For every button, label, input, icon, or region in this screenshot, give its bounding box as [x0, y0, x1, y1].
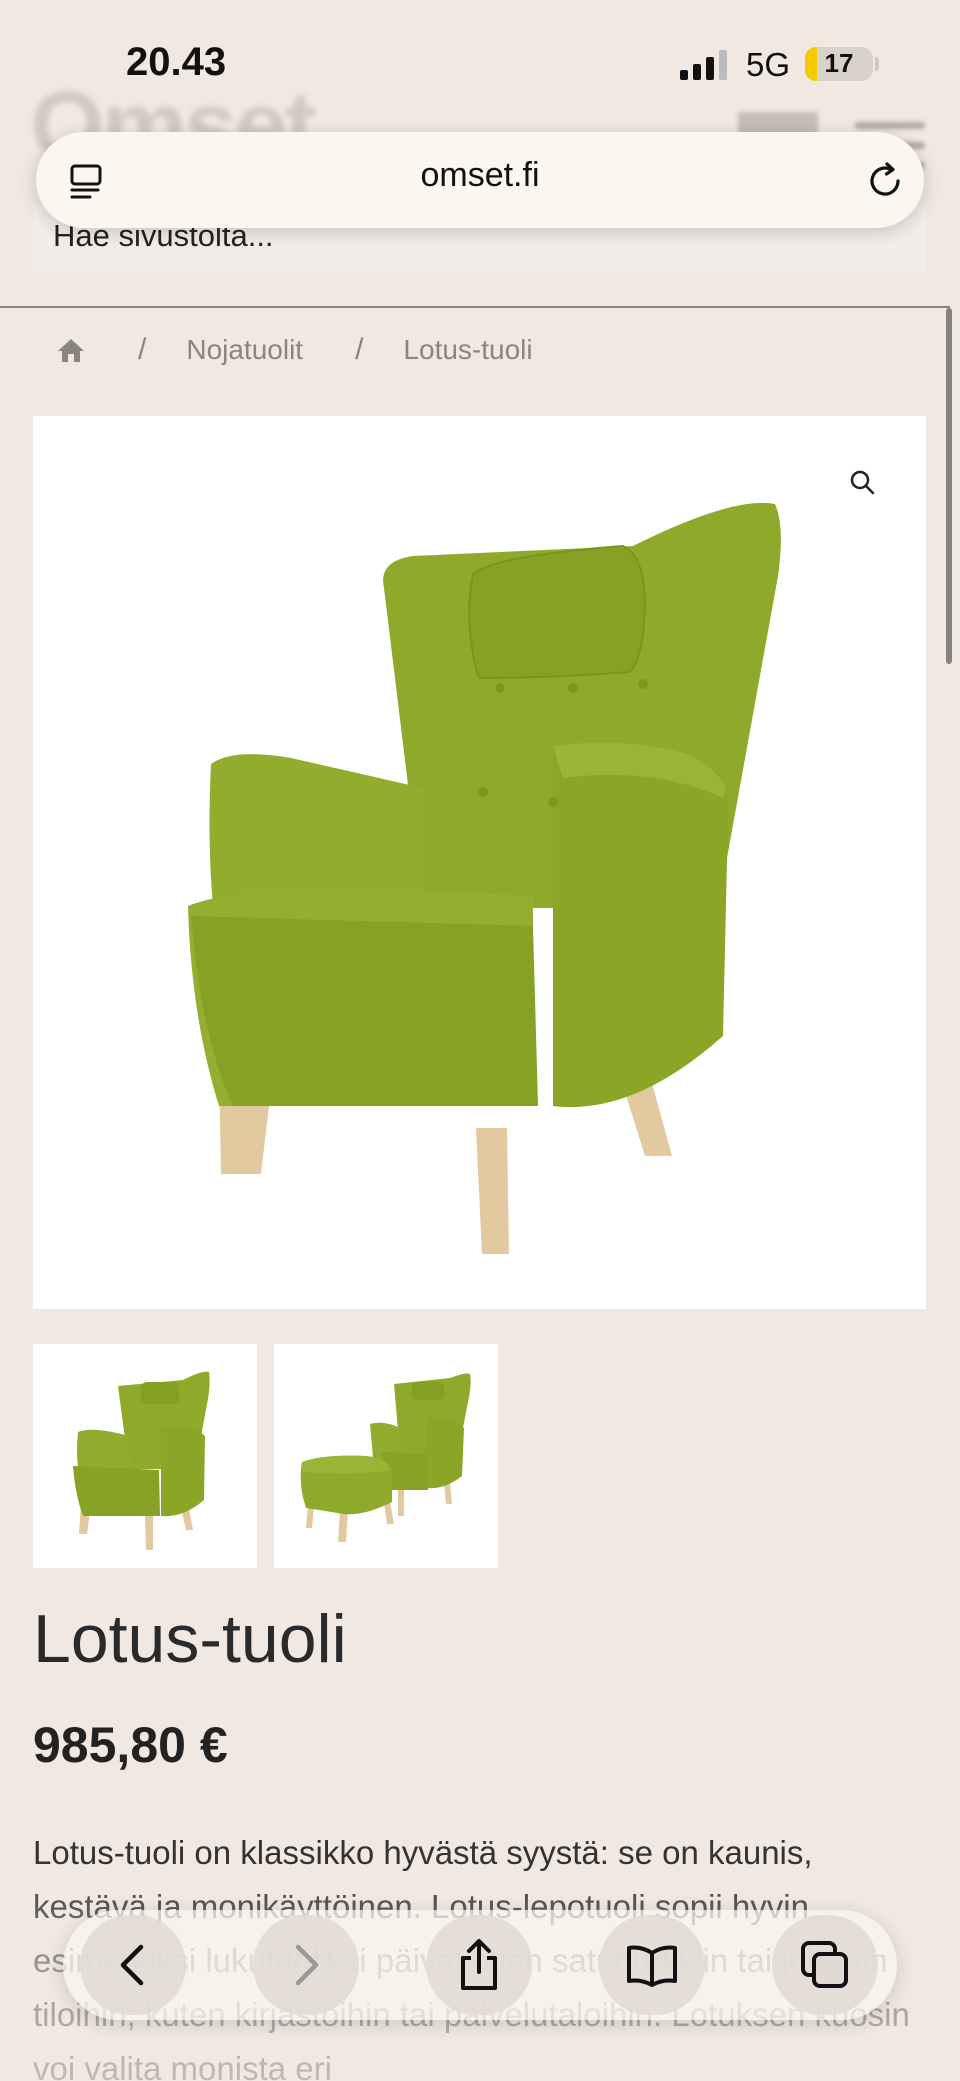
tabs-icon: [801, 1941, 848, 1988]
breadcrumb-item-nojatuolit[interactable]: Nojatuolit: [186, 334, 303, 366]
product-thumbnail-chair[interactable]: [33, 1344, 257, 1568]
browser-toolbar: [63, 1910, 897, 2020]
product-price: 985,80 €: [33, 1717, 228, 1773]
url-text: omset.fi: [420, 156, 540, 194]
breadcrumb-item-lotus-tuoli: Lotus-tuoli: [403, 334, 533, 365]
chevron-right-icon: [295, 1944, 319, 1986]
scrollbar[interactable]: [946, 308, 952, 664]
network-type: 5G: [746, 46, 791, 83]
product-title: Lotus-tuoli: [33, 1601, 347, 1677]
zoom-icon[interactable]: [848, 468, 876, 496]
breadcrumb: / Nojatuolit / Lotus-tuoli: [56, 330, 585, 370]
armchair-illustration: [188, 502, 781, 1254]
battery-level: 17: [824, 48, 854, 78]
share-button[interactable]: [426, 1915, 532, 2015]
battery-icon: 17: [805, 47, 873, 81]
breadcrumb-separator: /: [138, 333, 147, 366]
armchair-thumbnail: [73, 1371, 210, 1550]
home-icon[interactable]: [56, 335, 86, 365]
share-icon: [461, 1939, 497, 1990]
book-icon: [627, 1945, 677, 1987]
forward-button[interactable]: [253, 1915, 359, 2015]
header-divider: [0, 306, 950, 308]
back-button[interactable]: [80, 1915, 186, 2015]
armchair-footstool-thumbnail: [300, 1373, 471, 1542]
breadcrumb-separator: /: [355, 333, 364, 366]
product-thumbnail-chair-with-footstool[interactable]: [274, 1344, 498, 1568]
reload-icon[interactable]: [864, 160, 906, 202]
product-main-image[interactable]: [33, 416, 926, 1309]
bookmarks-button[interactable]: [599, 1915, 705, 2015]
tabs-button[interactable]: [772, 1915, 878, 2015]
chevron-left-icon: [120, 1944, 144, 1986]
browser-url-bar[interactable]: omset.fi: [36, 132, 924, 228]
signal-icon: [680, 50, 727, 80]
battery-nub: [875, 57, 879, 71]
